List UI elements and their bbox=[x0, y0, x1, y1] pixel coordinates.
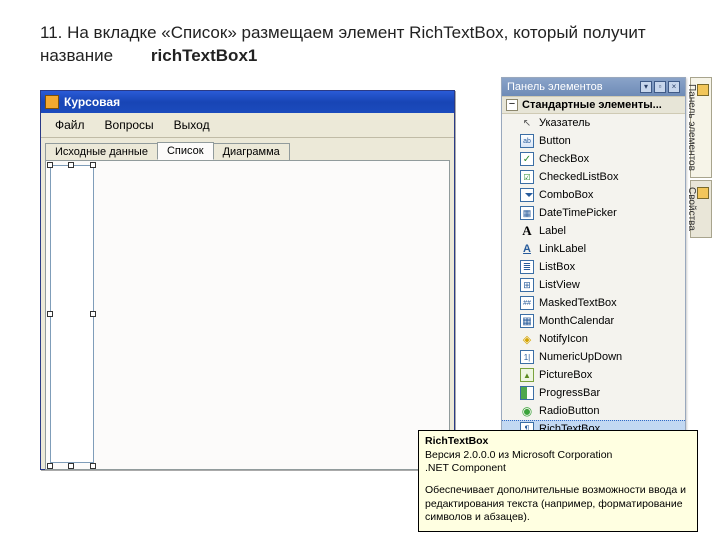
toolbox-title[interactable]: Панель элементов ▾ ▫ × bbox=[502, 78, 685, 96]
window-title: Курсовая bbox=[64, 95, 120, 109]
radio-icon bbox=[520, 404, 534, 418]
toolbox-item-notifyicon[interactable]: NotifyIcon bbox=[502, 330, 685, 348]
menu-file[interactable]: Файл bbox=[47, 116, 93, 134]
toolbox-item-label: ListBox bbox=[539, 261, 575, 273]
resize-handle[interactable] bbox=[68, 463, 74, 469]
tab-diagram[interactable]: Диаграмма bbox=[213, 143, 290, 161]
toolbox-item-checkedlistbox[interactable]: CheckedListBox bbox=[502, 168, 685, 186]
titlebar[interactable]: Курсовая bbox=[41, 91, 454, 113]
menu-questions[interactable]: Вопросы bbox=[97, 116, 162, 134]
toolbox-title-text: Панель элементов bbox=[507, 81, 603, 93]
tab-list[interactable]: Список bbox=[157, 142, 214, 160]
resize-handle[interactable] bbox=[90, 162, 96, 168]
toolbox-item-label: MonthCalendar bbox=[539, 315, 614, 327]
resize-handle[interactable] bbox=[90, 463, 96, 469]
toolbox-item-button[interactable]: Button bbox=[502, 132, 685, 150]
toolbox-item-label: Button bbox=[539, 135, 571, 147]
resize-handle[interactable] bbox=[47, 311, 53, 317]
toolbox-item-label[interactable]: Label bbox=[502, 222, 685, 240]
mtb-icon bbox=[520, 296, 534, 310]
toolbox-item-picturebox[interactable]: PictureBox bbox=[502, 366, 685, 384]
listview-icon bbox=[520, 278, 534, 292]
clb-icon bbox=[520, 170, 534, 184]
resize-handle[interactable] bbox=[47, 463, 53, 469]
toolbox-item-radiobutton[interactable]: RadioButton bbox=[502, 402, 685, 420]
tooltip-component: .NET Component bbox=[425, 462, 691, 476]
toolbox-item-label: NumericUpDown bbox=[539, 351, 622, 363]
toolbox-item-label: ProgressBar bbox=[539, 387, 600, 399]
menu-exit[interactable]: Выход bbox=[166, 116, 218, 134]
month-icon bbox=[520, 314, 534, 328]
app-window: Курсовая Файл Вопросы Выход Исходные дан… bbox=[40, 90, 455, 470]
tooltip-title: RichTextBox bbox=[425, 435, 691, 449]
toolbox-list: Указатель Button CheckBox CheckedListBox Com… bbox=[502, 114, 685, 456]
toolbox-item-listview[interactable]: ListView bbox=[502, 276, 685, 294]
resize-handle[interactable] bbox=[90, 311, 96, 317]
button-icon bbox=[520, 134, 534, 148]
resize-handle[interactable] bbox=[47, 162, 53, 168]
toolbox-item-progressbar[interactable]: ProgressBar bbox=[502, 384, 685, 402]
pic-icon bbox=[520, 368, 534, 382]
toolbox-item-label: PictureBox bbox=[539, 369, 592, 381]
toolbox-item-label: Указатель bbox=[539, 117, 590, 129]
tooltip-description: Обеспечивает дополнительные возможности … bbox=[425, 484, 691, 525]
instruction-text: 11. На вкладке «Список» размещаем элемен… bbox=[40, 22, 680, 68]
toolbox-item-combobox[interactable]: ComboBox bbox=[502, 186, 685, 204]
side-tab-toolbox[interactable]: Панель элементов bbox=[690, 77, 712, 178]
tab-strip: Исходные данные Список Диаграмма bbox=[45, 142, 450, 160]
link-icon bbox=[520, 242, 534, 256]
checkbox-icon bbox=[520, 152, 534, 166]
prog-icon bbox=[520, 386, 534, 400]
toolbox-item-datetimepicker[interactable]: DateTimePicker bbox=[502, 204, 685, 222]
toolbox-pin-icon[interactable]: ▫ bbox=[654, 81, 666, 93]
toolbox-item-label: Label bbox=[539, 225, 566, 237]
properties-icon bbox=[697, 187, 709, 199]
side-tab-label: Панель элементов bbox=[686, 84, 697, 171]
toolbox-item-label: NotifyIcon bbox=[539, 333, 588, 345]
side-tabs: Панель элементов Свойства bbox=[690, 77, 712, 238]
toolbox-category-label: Стандартные элементы... bbox=[522, 99, 662, 111]
toolbox-item-numericupdown[interactable]: NumericUpDown bbox=[502, 348, 685, 366]
toolbox-icon bbox=[697, 84, 709, 96]
toolbox-item-linklabel[interactable]: LinkLabel bbox=[502, 240, 685, 258]
toolbox-item-label: ComboBox bbox=[539, 189, 593, 201]
toolbox-item-label: CheckedListBox bbox=[539, 171, 619, 183]
toolbox-item-указатель[interactable]: Указатель bbox=[502, 114, 685, 132]
toolbox-item-maskedtextbox[interactable]: MaskedTextBox bbox=[502, 294, 685, 312]
pointer-icon bbox=[520, 116, 534, 130]
toolbox-item-label: CheckBox bbox=[539, 153, 589, 165]
app-icon bbox=[45, 95, 59, 109]
toolbox-item-label: LinkLabel bbox=[539, 243, 586, 255]
toolbox-item-checkbox[interactable]: CheckBox bbox=[502, 150, 685, 168]
instruction-bold: richTextBox1 bbox=[151, 46, 257, 65]
toolbox-item-label: DateTimePicker bbox=[539, 207, 617, 219]
notify-icon bbox=[520, 332, 534, 346]
side-tab-label: Свойства bbox=[686, 187, 697, 231]
toolbox-dropdown-icon[interactable]: ▾ bbox=[640, 81, 652, 93]
menubar: Файл Вопросы Выход bbox=[41, 113, 454, 138]
close-icon[interactable]: × bbox=[668, 81, 680, 93]
resize-handle[interactable] bbox=[68, 162, 74, 168]
toolbox-category[interactable]: Стандартные элементы... bbox=[502, 96, 685, 114]
toolbox-item-monthcalendar[interactable]: MonthCalendar bbox=[502, 312, 685, 330]
combo-icon bbox=[520, 188, 534, 202]
listbox-icon bbox=[520, 260, 534, 274]
toolbox-panel: Панель элементов ▾ ▫ × Стандартные элеме… bbox=[501, 77, 686, 445]
toolbox-item-label: RadioButton bbox=[539, 405, 600, 417]
dtp-icon bbox=[520, 206, 534, 220]
toolbox-item-listbox[interactable]: ListBox bbox=[502, 258, 685, 276]
tooltip-version: Версия 2.0.0.0 из Microsoft Corporation bbox=[425, 449, 691, 463]
toolbox-item-label: MaskedTextBox bbox=[539, 297, 617, 309]
tab-source-data[interactable]: Исходные данные bbox=[45, 143, 158, 161]
side-tab-properties[interactable]: Свойства bbox=[690, 180, 712, 238]
tab-page bbox=[45, 160, 450, 470]
label-icon bbox=[520, 224, 534, 238]
toolbox-item-label: ListView bbox=[539, 279, 580, 291]
nud-icon bbox=[520, 350, 534, 364]
richtextbox1[interactable] bbox=[50, 165, 94, 463]
tooltip: RichTextBox Версия 2.0.0.0 из Microsoft … bbox=[418, 430, 698, 532]
